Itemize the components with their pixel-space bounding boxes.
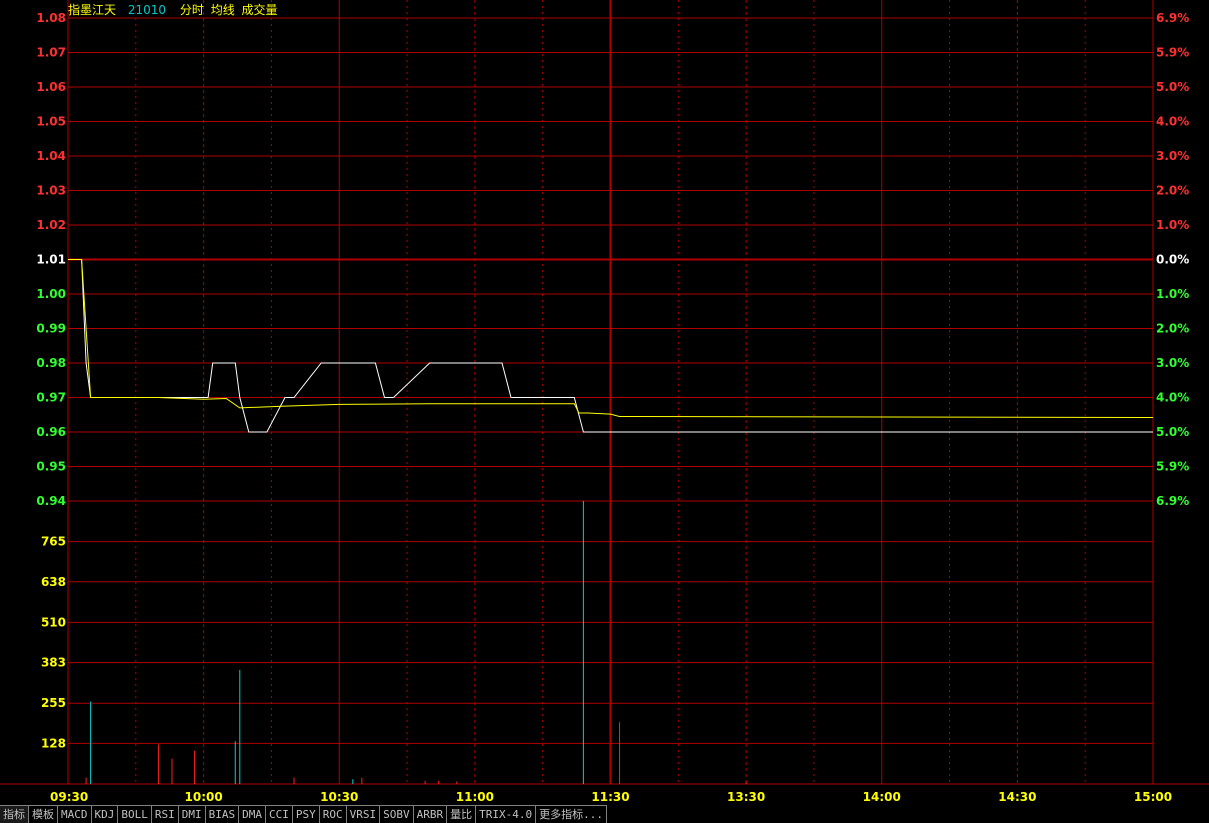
indicator-tab-bar: 指标 模板 MACD KDJ BOLL RSI DMI BIAS DMA CCI PSY ROC VRS… xyxy=(0,805,1209,823)
price-tick-label: 0.98 xyxy=(36,356,66,370)
tab-macd[interactable]: MACD xyxy=(58,805,92,823)
tab-dmi[interactable]: DMI xyxy=(178,805,206,823)
volume-tick-label: 128 xyxy=(41,736,66,750)
percent-tick-label: 4.0% xyxy=(1156,391,1189,405)
tab-volume-ratio[interactable]: 量比 xyxy=(447,805,477,823)
price-tick-label: 1.03 xyxy=(36,184,66,198)
price-tick-label: 1.00 xyxy=(36,287,66,301)
price-tick-label: 0.95 xyxy=(36,460,66,474)
percent-tick-label: 0.0% xyxy=(1156,253,1189,267)
tab-cci[interactable]: CCI xyxy=(266,805,293,823)
price-tick-label: 1.04 xyxy=(36,149,66,163)
price-tick-label: 1.08 xyxy=(36,11,66,25)
time-tick-label: 10:30 xyxy=(320,790,358,804)
tab-arbr[interactable]: ARBR xyxy=(413,805,448,823)
volume-tick-label: 255 xyxy=(41,696,66,710)
label-volume: 成交量 xyxy=(241,3,278,17)
price-tick-label: 1.06 xyxy=(36,80,66,94)
volume-tick-label: 765 xyxy=(41,535,66,549)
price-tick-label: 0.94 xyxy=(36,494,66,508)
time-tick-label: 10:00 xyxy=(185,790,223,804)
tab-trix[interactable]: TRIX-4.0 xyxy=(476,805,537,823)
time-tick-label: 09:30 xyxy=(50,790,88,804)
tab-psy[interactable]: PSY xyxy=(292,805,320,823)
price-tick-label: 1.01 xyxy=(36,253,66,267)
percent-tick-label: 2.0% xyxy=(1156,184,1189,198)
intraday-chart[interactable]: 1.08 6.9% 1.07 5.9% 1.06 5.0% 1.05 4.0% 1.04 3.0%… xyxy=(0,0,1209,805)
tab-kdj[interactable]: KDJ xyxy=(91,805,119,823)
volume-tick-label: 510 xyxy=(41,615,66,629)
price-tick-label: 1.05 xyxy=(36,115,66,129)
time-tick-label: 14:00 xyxy=(863,790,901,804)
tab-dma[interactable]: DMA xyxy=(239,805,266,823)
percent-tick-label: 6.9% xyxy=(1156,494,1189,508)
label-average-line: 均线 xyxy=(210,3,235,17)
time-tick-label: 14:30 xyxy=(998,790,1036,804)
percent-tick-label: 5.0% xyxy=(1156,80,1189,94)
percent-tick-label: 5.9% xyxy=(1156,46,1189,60)
percent-tick-label: 3.0% xyxy=(1156,356,1189,370)
price-tick-label: 1.07 xyxy=(36,46,66,60)
percent-tick-label: 1.0% xyxy=(1156,218,1189,232)
price-tick-label: 1.02 xyxy=(36,218,66,232)
chart-header: 指墨江天 21010 分时 均线 成交量 xyxy=(68,2,281,18)
tab-vrsi[interactable]: VRSI xyxy=(346,805,381,823)
volume-tick-label: 638 xyxy=(41,575,66,589)
percent-tick-label: 2.0% xyxy=(1156,322,1189,336)
time-tick-label: 15:00 xyxy=(1134,790,1172,804)
tab-indicator[interactable]: 指标 xyxy=(0,805,29,823)
price-tick-label: 0.96 xyxy=(36,425,66,439)
percent-tick-label: 6.9% xyxy=(1156,11,1189,25)
tab-boll[interactable]: BOLL xyxy=(118,805,152,823)
time-tick-label: 11:30 xyxy=(591,790,629,804)
time-tick-label: 11:00 xyxy=(456,790,494,804)
price-tick-label: 0.97 xyxy=(36,391,66,405)
tab-more-indicators[interactable]: 更多指标... xyxy=(536,805,607,823)
tab-sobv[interactable]: SOBV xyxy=(380,805,414,823)
tab-rsi[interactable]: RSI xyxy=(151,805,179,823)
percent-tick-label: 4.0% xyxy=(1156,115,1189,129)
stock-name: 指墨江天 xyxy=(68,3,117,17)
time-tick-label: 13:30 xyxy=(727,790,765,804)
price-tick-label: 0.99 xyxy=(36,322,66,336)
percent-tick-label: 5.0% xyxy=(1156,425,1189,439)
percent-tick-label: 5.9% xyxy=(1156,460,1189,474)
stock-code: 21010 xyxy=(127,3,167,17)
percent-tick-label: 3.0% xyxy=(1156,149,1189,163)
tab-bias[interactable]: BIAS xyxy=(205,805,240,823)
percent-tick-label: 1.0% xyxy=(1156,287,1189,301)
label-timeshare: 分时 xyxy=(179,3,204,17)
tab-roc[interactable]: ROC xyxy=(319,805,347,823)
volume-tick-label: 383 xyxy=(41,656,66,670)
tab-template[interactable]: 模板 xyxy=(29,805,58,823)
